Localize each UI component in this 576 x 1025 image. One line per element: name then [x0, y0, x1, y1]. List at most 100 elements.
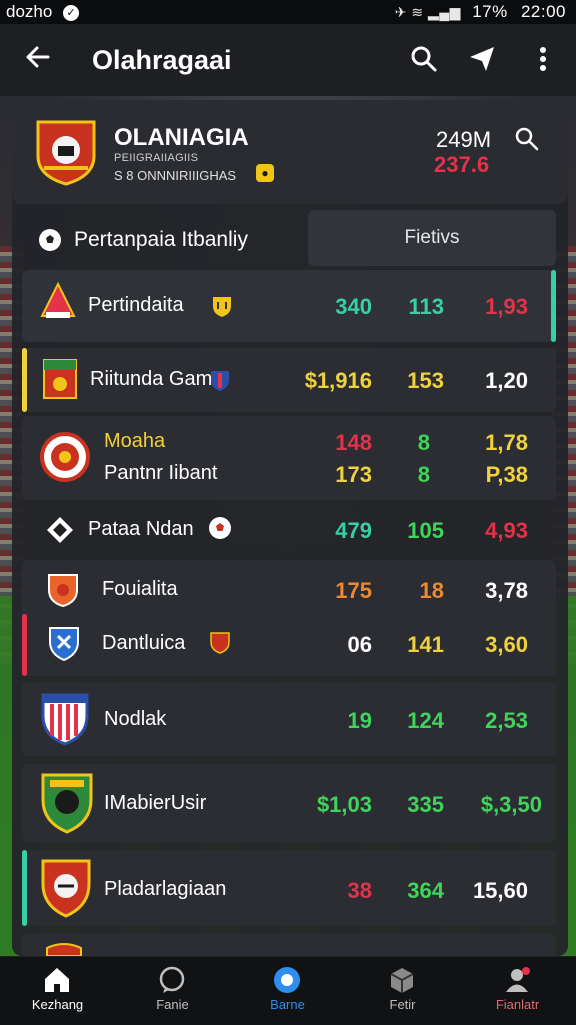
tab-fixtures[interactable]: Fietivs — [308, 210, 556, 266]
team-name: Pladarlagiaan — [104, 878, 227, 900]
stat-3: 2,53 — [485, 708, 528, 733]
stat-3: 1,93 — [485, 294, 528, 319]
stat-2: 364 — [407, 878, 444, 903]
page-title: Olahragaai — [92, 45, 232, 75]
ball-icon — [274, 967, 300, 993]
table-row[interactable]: Pertindaita 340 113 1,93 — [22, 270, 556, 342]
team-badge-icon — [40, 432, 90, 482]
nav-profile[interactable]: Fianlatr — [460, 957, 575, 1025]
team-name: Dantluica — [102, 632, 186, 654]
team-badge-icon — [41, 859, 91, 918]
shield-icon — [211, 371, 229, 391]
section-header: Pertanpaia Itbanliy Fietivs — [12, 210, 568, 268]
search-icon[interactable] — [408, 43, 440, 75]
table-row[interactable]: IMabierUsir $1,03 335 $,3,50 — [22, 764, 556, 842]
soccer-ball-icon — [39, 229, 61, 251]
stat-3: 3,60 — [485, 632, 528, 657]
stat-3: $,3,50 — [480, 792, 542, 817]
team-badge-icon — [41, 693, 89, 746]
league-crest-icon — [36, 120, 96, 186]
bottom-navigation: Kezhang Fanie Barne Fetir Fianlatr — [0, 956, 576, 1025]
table-row[interactable] — [22, 934, 556, 956]
team-badge-icon — [49, 627, 79, 662]
stat-2-secondary: 8 — [417, 462, 430, 487]
row-accent — [22, 850, 27, 926]
team-name: Pertindaita — [88, 294, 184, 316]
notification-icon: ✓ — [63, 5, 80, 21]
carrier-label: dozho — [6, 2, 53, 21]
battery-label: 17% — [472, 2, 508, 21]
stat-2: 113 — [408, 294, 445, 319]
table-row[interactable]: Pataa Ndan 479 105 4,93 — [22, 504, 556, 556]
league-subtitle: PEIIGRAIIAGIIS — [114, 152, 199, 164]
box-icon — [390, 968, 414, 993]
stat-2: 18 — [419, 578, 444, 603]
nav-box[interactable]: Fetir — [345, 957, 460, 1025]
stat-3-secondary: P,38 — [485, 462, 528, 487]
stat-2: 124 — [407, 708, 444, 733]
stat-3: 1,78 — [485, 430, 528, 455]
team-name: Pataa Ndan — [88, 518, 194, 540]
row-accent — [551, 270, 556, 342]
nav-label: Kezhang — [31, 997, 84, 1012]
send-icon[interactable] — [466, 43, 498, 75]
diamond-logo-icon — [47, 517, 73, 543]
team-badge-icon — [48, 574, 78, 608]
home-icon — [45, 968, 69, 992]
table-row[interactable]: Dantluica 06 141 3,60 — [22, 618, 556, 674]
standings-panel: OLANIAGIA PEIIGRAIIAGIIS S 8 ONNNIRIIIGH… — [12, 100, 568, 956]
row-accent — [22, 348, 27, 412]
team-badge-icon — [40, 282, 76, 318]
stat-2: 141 — [407, 632, 444, 657]
table-row[interactable]: Moaha Pantnr Iibant 148 173 8 8 1,78 P,3… — [22, 416, 556, 500]
stat-3: 4,93 — [485, 518, 528, 543]
signal-icons: ✈ ≋ ▂▄▆ — [394, 4, 461, 20]
table-row[interactable]: Pladarlagiaan 38 364 15,60 — [22, 850, 556, 926]
league-stat-value: 249M — [436, 127, 492, 152]
stat-2: 8 — [417, 430, 430, 455]
team-badge-icon — [46, 943, 82, 956]
team-name: Moaha — [104, 430, 166, 452]
stat-2: 335 — [407, 792, 444, 817]
team-name: Riitunda Gam — [90, 368, 213, 390]
chat-icon — [159, 966, 185, 993]
stat-2: 105 — [407, 518, 444, 543]
back-arrow-icon[interactable] — [22, 41, 54, 78]
league-name: OLANIAGIA — [114, 124, 249, 151]
nav-chat[interactable]: Fanie — [115, 957, 230, 1025]
team-name: Fouialita — [102, 578, 178, 600]
nav-label: Fianlatr — [495, 997, 540, 1012]
league-search-icon[interactable] — [512, 124, 542, 154]
section-label: Pertanpaia Itbanliy — [74, 228, 248, 251]
league-tag-badge: ● — [256, 164, 274, 182]
status-bar: dozho ✓ ✈ ≋ ▂▄▆ 17% 22:00 — [0, 0, 576, 24]
status-left: dozho ✓ — [6, 2, 80, 22]
team-badge-icon — [43, 359, 77, 399]
nav-ball[interactable]: Barne — [230, 957, 345, 1025]
app-bar: Olahragaai — [0, 24, 576, 96]
stat-3: 3,78 — [485, 578, 528, 603]
team-name: Nodlak — [104, 708, 167, 730]
table-row-group: Fouialita 175 18 3,78 Dantluica 06 141 3… — [22, 560, 556, 676]
nav-label: Fanie — [156, 997, 189, 1012]
clock: 22:00 — [520, 2, 566, 21]
stat-3: 15,60 — [472, 878, 528, 903]
table-row[interactable]: Nodlak 19 124 2,53 — [22, 682, 556, 756]
nav-home[interactable]: Kezhang — [0, 957, 115, 1025]
stat-3: 1,20 — [485, 368, 528, 393]
nav-label: Barne — [270, 997, 305, 1012]
stat-2: 153 — [407, 368, 444, 393]
soccer-ball-icon — [209, 517, 231, 539]
profile-icon — [506, 967, 530, 992]
more-options-icon[interactable] — [527, 43, 559, 75]
shield-icon — [213, 297, 231, 317]
team-badge-icon — [41, 773, 93, 834]
team-name-secondary: Pantnr Iibant — [104, 462, 218, 484]
league-tag: S 8 ONNNIRIIIGHAS — [114, 168, 237, 183]
league-header[interactable]: OLANIAGIA PEIIGRAIIAGIIS S 8 ONNNIRIIIGH… — [12, 100, 568, 204]
table-row[interactable]: Riitunda Gam $1,916 153 1,20 — [22, 348, 556, 412]
nav-label: Fetir — [389, 997, 416, 1012]
team-name: IMabierUsir — [104, 792, 207, 814]
table-row[interactable]: Fouialita 175 18 3,78 — [22, 560, 556, 616]
status-right: ✈ ≋ ▂▄▆ 17% 22:00 — [395, 2, 566, 22]
